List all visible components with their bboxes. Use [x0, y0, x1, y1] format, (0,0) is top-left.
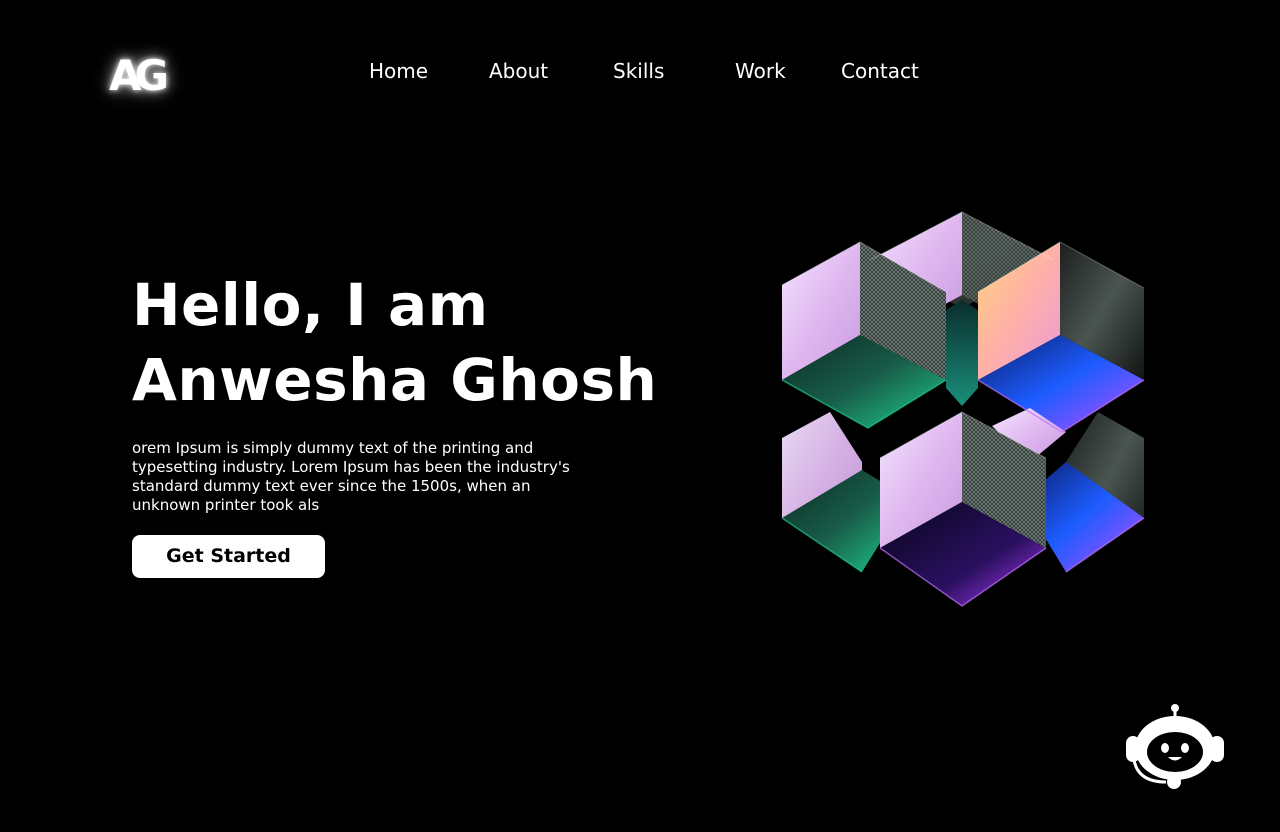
nav-item-contact[interactable]: Contact: [841, 58, 919, 84]
nav-item-about[interactable]: About: [489, 58, 548, 84]
robot-headset-icon: [1126, 704, 1224, 789]
nav-item-skills[interactable]: Skills: [613, 58, 664, 84]
hero-title: Hello, I am Anwesha Ghosh: [132, 268, 657, 418]
hero-description: orem Ipsum is simply dummy text of the p…: [132, 439, 570, 514]
nav-item-home[interactable]: Home: [369, 58, 428, 84]
get-started-button[interactable]: Get Started: [132, 535, 325, 578]
main-nav: Home About Skills Work Contact: [0, 58, 1280, 84]
hero-title-line-1: Hello, I am: [132, 271, 489, 339]
nav-item-work[interactable]: Work: [735, 58, 786, 84]
chatbot-button[interactable]: [1122, 700, 1228, 792]
iridescent-cubes-illustration: [781, 211, 1145, 607]
hero-title-line-2: Anwesha Ghosh: [132, 346, 658, 414]
